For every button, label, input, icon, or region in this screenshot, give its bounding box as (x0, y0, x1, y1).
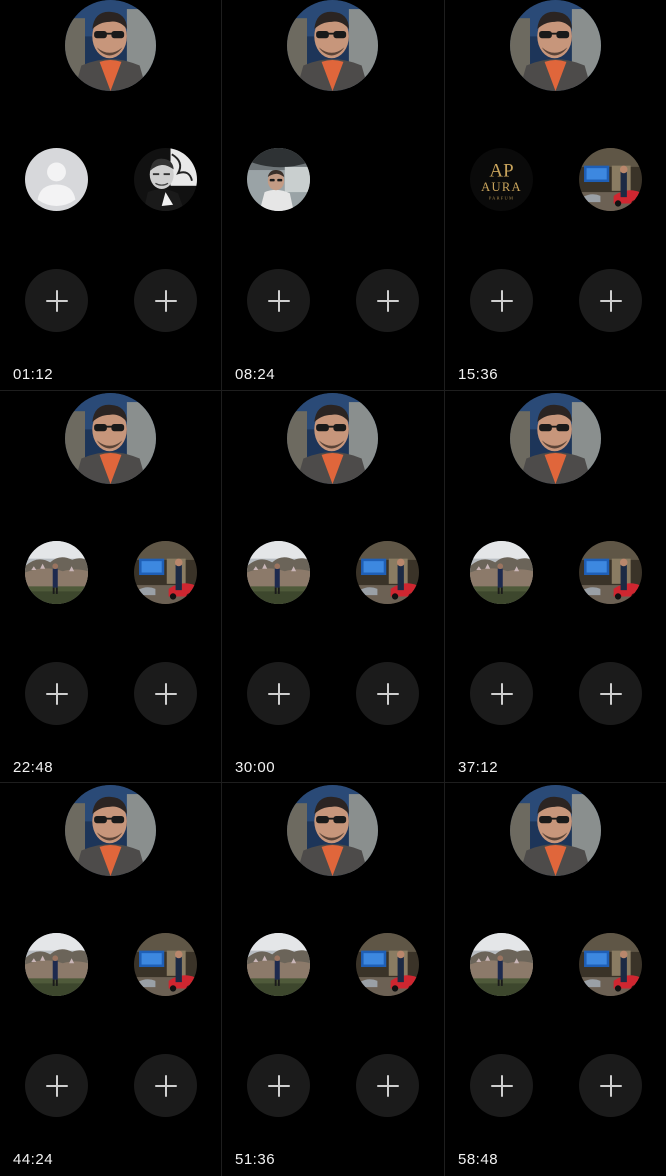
viewer-cell: 22:48 (0, 391, 221, 782)
participant-avatar-left[interactable] (25, 541, 88, 604)
main-profile-avatar[interactable] (65, 393, 156, 484)
timestamp-label: 44:24 (13, 1151, 54, 1168)
add-participant-button[interactable] (579, 1054, 642, 1117)
plus-icon (45, 682, 68, 705)
timestamp-label: 37:12 (458, 759, 499, 776)
add-participant-button[interactable] (134, 1054, 197, 1117)
plus-icon (490, 1074, 513, 1097)
plus-icon (45, 1074, 68, 1097)
timestamp-label: 01:12 (13, 366, 54, 383)
timestamp-label: 51:36 (235, 1151, 276, 1168)
aura-name: AURA (481, 180, 522, 194)
participant-avatar-left[interactable] (247, 541, 310, 604)
plus-icon (154, 682, 177, 705)
timestamp-label: 58:48 (458, 1151, 499, 1168)
plus-icon (154, 1074, 177, 1097)
plus-icon (45, 289, 68, 312)
viewer-cell: 44:24 (0, 783, 221, 1176)
add-participant-button[interactable] (356, 1054, 419, 1117)
add-participant-button[interactable] (470, 662, 533, 725)
add-participant-button[interactable] (25, 269, 88, 332)
viewer-cell: 51:36 (222, 783, 444, 1176)
viewer-cell: 37:12 (445, 391, 666, 782)
participant-avatar-left[interactable] (470, 933, 533, 996)
participant-avatar-left[interactable] (25, 148, 88, 211)
viewer-cell: 58:48 (445, 783, 666, 1176)
plus-icon (267, 1074, 290, 1097)
add-participant-button[interactable] (134, 662, 197, 725)
add-participant-button[interactable] (25, 662, 88, 725)
participant-avatar-right[interactable] (134, 933, 197, 996)
aura-monogram: AP (489, 160, 513, 181)
add-participant-button[interactable] (247, 1054, 310, 1117)
participant-avatar-left[interactable] (247, 933, 310, 996)
main-profile-avatar[interactable] (510, 393, 601, 484)
add-participant-button[interactable] (134, 269, 197, 332)
main-profile-avatar[interactable] (65, 0, 156, 91)
participant-avatar-right[interactable] (356, 933, 419, 996)
participant-avatar-right[interactable] (579, 933, 642, 996)
participant-avatar-right[interactable] (579, 148, 642, 211)
main-profile-avatar[interactable] (510, 0, 601, 91)
plus-icon (599, 682, 622, 705)
add-participant-button[interactable] (356, 269, 419, 332)
plus-icon (599, 1074, 622, 1097)
viewer-cell: AP AURA PARFUM 15:36 (445, 0, 666, 390)
main-profile-avatar[interactable] (65, 785, 156, 876)
timestamp-label: 15:36 (458, 366, 499, 383)
participant-avatar-left[interactable] (25, 933, 88, 996)
participant-avatar-right[interactable] (579, 541, 642, 604)
add-participant-button[interactable] (470, 1054, 533, 1117)
add-participant-button[interactable] (25, 1054, 88, 1117)
participant-avatar-right[interactable] (356, 541, 419, 604)
plus-icon (376, 1074, 399, 1097)
plus-icon (154, 289, 177, 312)
add-participant-button[interactable] (579, 662, 642, 725)
plus-icon (376, 289, 399, 312)
viewer-grid: 01:12 08:24 AP AURA PARFUM 15:36 22:48 3… (0, 0, 666, 1176)
participant-avatar-right[interactable] (134, 541, 197, 604)
add-participant-button[interactable] (579, 269, 642, 332)
viewer-cell: 30:00 (222, 391, 444, 782)
timestamp-label: 08:24 (235, 366, 276, 383)
aura-sub: PARFUM (489, 196, 514, 201)
plus-icon (376, 682, 399, 705)
timestamp-label: 22:48 (13, 759, 54, 776)
main-profile-avatar[interactable] (510, 785, 601, 876)
plus-icon (490, 682, 513, 705)
timestamp-label: 30:00 (235, 759, 276, 776)
plus-icon (267, 289, 290, 312)
add-participant-button[interactable] (247, 269, 310, 332)
viewer-cell: 01:12 (0, 0, 221, 390)
main-profile-avatar[interactable] (287, 393, 378, 484)
participant-avatar-left[interactable] (470, 541, 533, 604)
plus-icon (267, 682, 290, 705)
add-participant-button[interactable] (470, 269, 533, 332)
viewer-cell: 08:24 (222, 0, 444, 390)
plus-icon (490, 289, 513, 312)
main-profile-avatar[interactable] (287, 785, 378, 876)
plus-icon (599, 289, 622, 312)
add-participant-button[interactable] (247, 662, 310, 725)
participant-avatar-left[interactable]: AP AURA PARFUM (470, 148, 533, 211)
participant-avatar-right[interactable] (134, 148, 197, 211)
main-profile-avatar[interactable] (287, 0, 378, 91)
participant-avatar-left[interactable] (247, 148, 310, 211)
add-participant-button[interactable] (356, 662, 419, 725)
